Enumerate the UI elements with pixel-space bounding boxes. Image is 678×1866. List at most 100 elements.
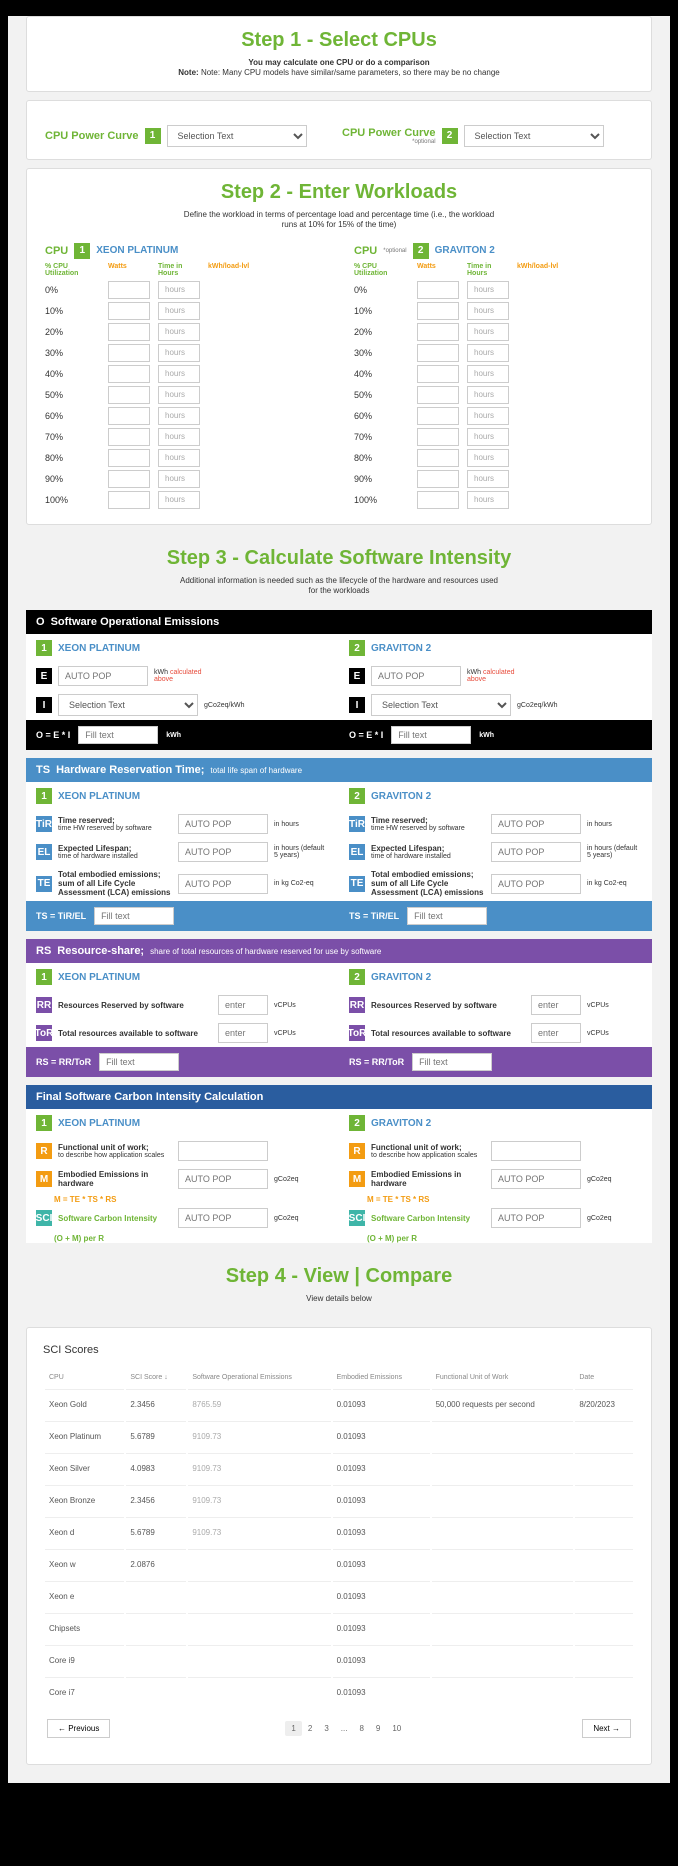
table-row: Xeon Gold2.34568765.590.0109350,000 requ… [45, 1389, 633, 1419]
page-link[interactable]: 2 [302, 1721, 318, 1736]
step1-title: Step 1 - Select CPUs [45, 29, 633, 52]
hours-input[interactable] [467, 407, 509, 425]
hours-input[interactable] [467, 302, 509, 320]
watts-input[interactable] [417, 386, 459, 404]
watts-input[interactable] [108, 386, 150, 404]
hours-input[interactable] [158, 281, 200, 299]
watts-input[interactable] [108, 407, 150, 425]
hours-input[interactable] [158, 428, 200, 446]
e-input-1[interactable] [58, 666, 148, 686]
col-header[interactable]: Embodied Emissions [333, 1368, 430, 1387]
hours-input[interactable] [467, 281, 509, 299]
i-select-2[interactable]: Selection Text [371, 694, 511, 716]
m-input-1[interactable] [178, 1169, 268, 1189]
hours-input[interactable] [467, 428, 509, 446]
watts-input[interactable] [108, 449, 150, 467]
watts-input[interactable] [417, 470, 459, 488]
prev-button[interactable]: ← Previous [47, 1719, 110, 1738]
tir-input-2[interactable] [491, 814, 581, 834]
o-result-2[interactable] [391, 726, 471, 744]
hours-input[interactable] [158, 407, 200, 425]
watts-input[interactable] [417, 365, 459, 383]
watts-input[interactable] [417, 449, 459, 467]
hours-input[interactable] [158, 323, 200, 341]
table-title: SCI Scores [43, 1344, 635, 1356]
col-header[interactable]: CPU [45, 1368, 124, 1387]
te-input-1[interactable] [178, 874, 268, 894]
hours-input[interactable] [158, 386, 200, 404]
watts-input[interactable] [108, 491, 150, 509]
table-row: Core i90.01093 [45, 1645, 633, 1675]
watts-input[interactable] [108, 428, 150, 446]
badge-2: 2 [442, 128, 458, 144]
hours-input[interactable] [467, 449, 509, 467]
el-input-1[interactable] [178, 842, 268, 862]
e-input-2[interactable] [371, 666, 461, 686]
r-input-2[interactable] [491, 1141, 581, 1161]
col-header[interactable]: Date [575, 1368, 633, 1387]
watts-input[interactable] [108, 302, 150, 320]
sci-input-2[interactable] [491, 1208, 581, 1228]
tir-input-1[interactable] [178, 814, 268, 834]
watts-input[interactable] [417, 407, 459, 425]
table-row: Chipsets0.01093 [45, 1613, 633, 1643]
page-link[interactable]: 3 [318, 1721, 334, 1736]
page-link[interactable]: 1 [285, 1721, 301, 1736]
hours-input[interactable] [158, 449, 200, 467]
col-header[interactable]: Software Operational Emissions [188, 1368, 330, 1387]
rr-input-1[interactable] [218, 995, 268, 1015]
sci-input-1[interactable] [178, 1208, 268, 1228]
watts-input[interactable] [417, 344, 459, 362]
section-rs-header: RSResource-share;share of total resource… [26, 939, 652, 963]
o-result-1[interactable] [78, 726, 158, 744]
watts-input[interactable] [417, 281, 459, 299]
page-link[interactable]: 10 [386, 1721, 407, 1736]
watts-input[interactable] [417, 323, 459, 341]
tor-input-1[interactable] [218, 1023, 268, 1043]
col-header[interactable]: Functional Unit of Work [432, 1368, 574, 1387]
hours-input[interactable] [467, 386, 509, 404]
hours-input[interactable] [467, 470, 509, 488]
hours-input[interactable] [158, 302, 200, 320]
watts-input[interactable] [417, 491, 459, 509]
badge-1: 1 [145, 128, 161, 144]
col-header[interactable]: SCI Score ↓ [126, 1368, 186, 1387]
page-link[interactable]: 9 [370, 1721, 386, 1736]
hours-input[interactable] [158, 344, 200, 362]
ts-result-1[interactable] [94, 907, 174, 925]
rr-input-2[interactable] [531, 995, 581, 1015]
rs-result-2[interactable] [412, 1053, 492, 1071]
watts-input[interactable] [417, 302, 459, 320]
workload-col-2: CPU*optional2GRAVITON 2 % CPU Utilizatio… [354, 243, 633, 512]
watts-input[interactable] [108, 470, 150, 488]
page-link[interactable]: 8 [353, 1721, 369, 1736]
r-input-1[interactable] [178, 1141, 268, 1161]
hours-input[interactable] [467, 344, 509, 362]
cpu1-select[interactable]: Selection Text [167, 125, 307, 147]
te-input-2[interactable] [491, 874, 581, 894]
ts-result-2[interactable] [407, 907, 487, 925]
page-link[interactable]: ... [335, 1721, 354, 1736]
hours-input[interactable] [467, 323, 509, 341]
watts-input[interactable] [417, 428, 459, 446]
section-final-header: Final Software Carbon Intensity Calculat… [26, 1085, 652, 1109]
watts-input[interactable] [108, 344, 150, 362]
hours-input[interactable] [158, 365, 200, 383]
cpu2-select[interactable]: Selection Text [464, 125, 604, 147]
tor-input-2[interactable] [531, 1023, 581, 1043]
hours-input[interactable] [158, 491, 200, 509]
table-row: Xeon Bronze2.34569109.730.01093 [45, 1485, 633, 1515]
watts-input[interactable] [108, 281, 150, 299]
m-input-2[interactable] [491, 1169, 581, 1189]
i-select-1[interactable]: Selection Text [58, 694, 198, 716]
watts-input[interactable] [108, 365, 150, 383]
hours-input[interactable] [467, 491, 509, 509]
table-row: Core i70.01093 [45, 1677, 633, 1707]
el-input-2[interactable] [491, 842, 581, 862]
hours-input[interactable] [467, 365, 509, 383]
watts-input[interactable] [108, 323, 150, 341]
hours-input[interactable] [158, 470, 200, 488]
sci-table: CPUSCI Score ↓Software Operational Emiss… [43, 1366, 635, 1709]
next-button[interactable]: Next → [582, 1719, 631, 1738]
rs-result-1[interactable] [99, 1053, 179, 1071]
